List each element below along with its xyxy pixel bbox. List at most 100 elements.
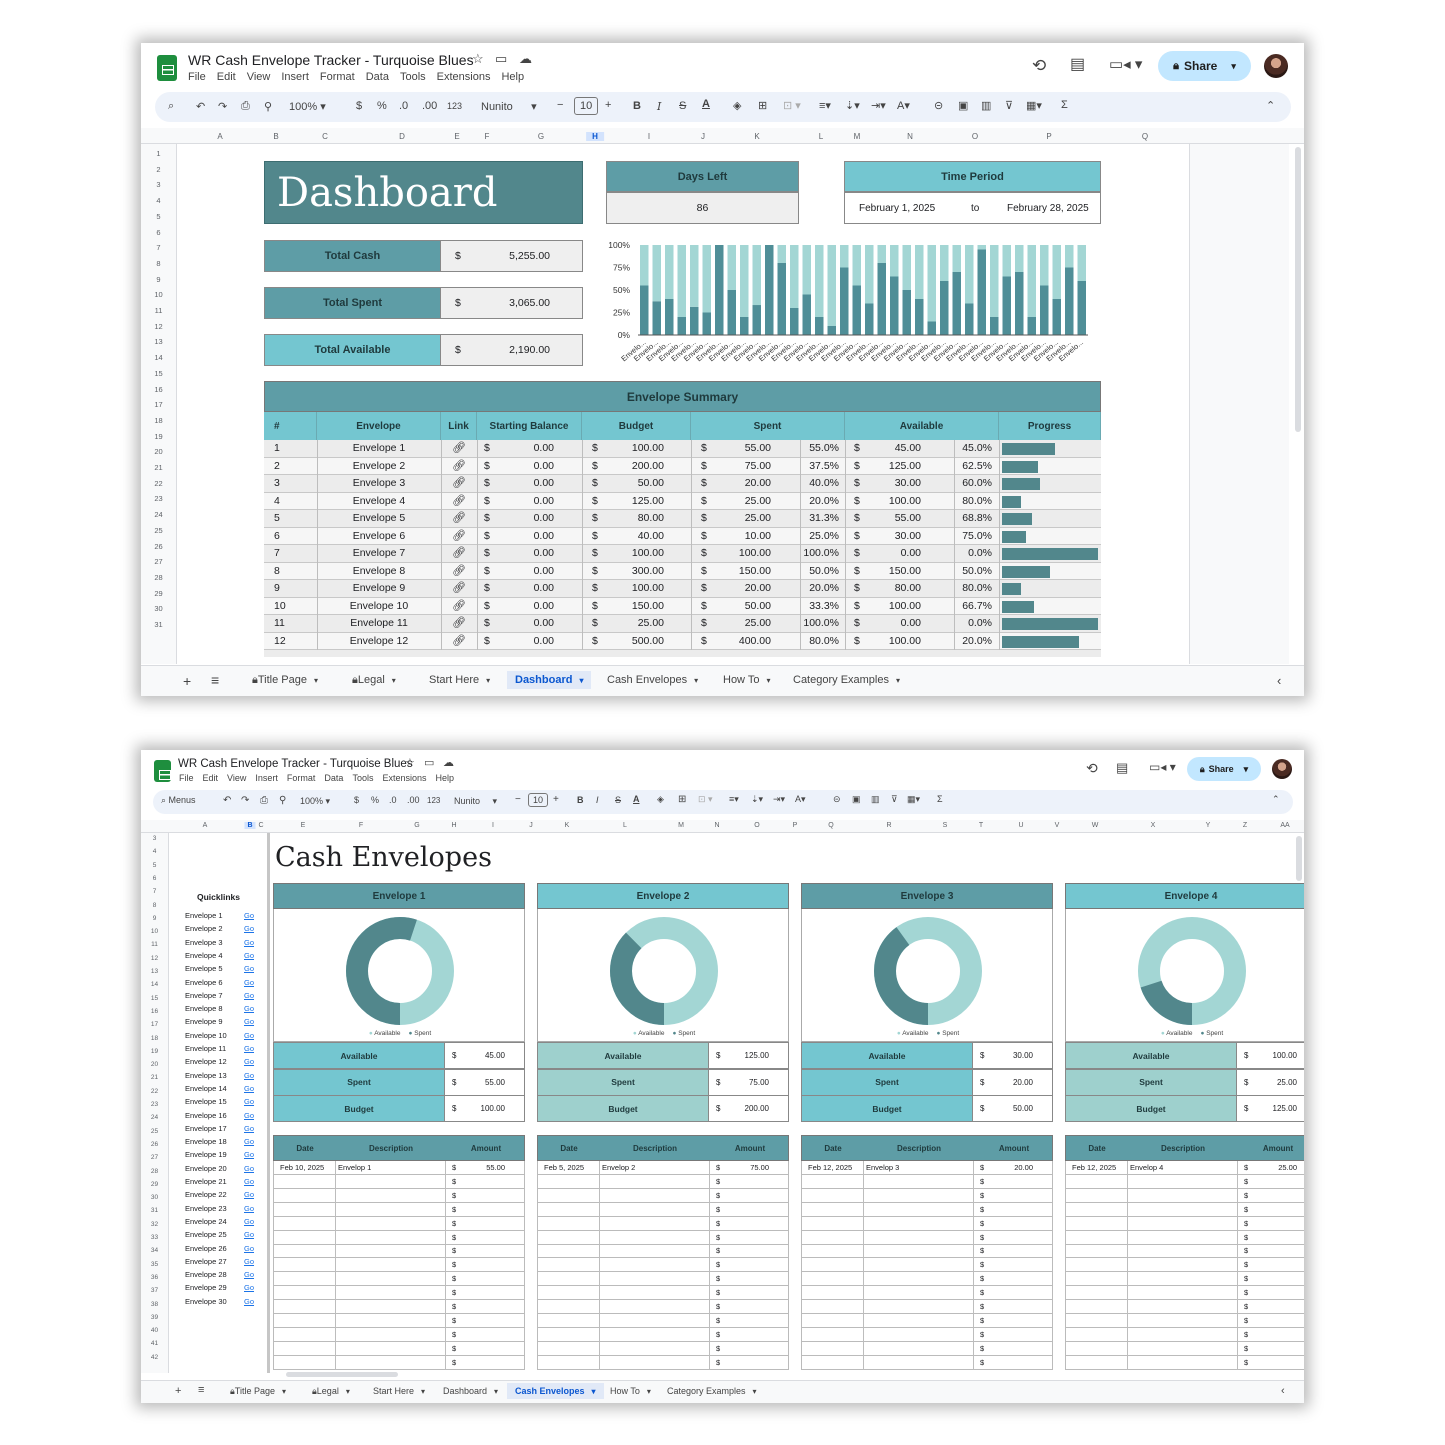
tab-start-here[interactable]: Start Here ▾ bbox=[429, 674, 490, 686]
row-header[interactable]: 4 bbox=[141, 196, 176, 205]
row-header[interactable]: 9 bbox=[141, 915, 168, 922]
bar-spent[interactable] bbox=[990, 317, 999, 335]
link-icon[interactable]: 🔗︎ bbox=[441, 494, 477, 507]
percent-format-icon[interactable]: % bbox=[371, 795, 379, 805]
bar-spent[interactable] bbox=[977, 249, 987, 336]
row-header[interactable]: 19 bbox=[141, 1048, 168, 1055]
quicklink-go[interactable]: Go bbox=[244, 1244, 254, 1253]
donut-chart[interactable] bbox=[340, 911, 460, 1031]
row-header[interactable]: 25 bbox=[141, 526, 176, 535]
cloud-status-icon[interactable]: ☁ bbox=[519, 52, 532, 65]
donut-chart[interactable] bbox=[1132, 911, 1252, 1031]
vertical-scrollbar[interactable] bbox=[1295, 147, 1301, 432]
tab-dropdown-icon[interactable]: ▾ bbox=[896, 676, 900, 685]
star-icon[interactable]: ☆ bbox=[472, 52, 484, 65]
row-header[interactable]: 22 bbox=[141, 479, 176, 488]
menu-view[interactable]: View bbox=[227, 773, 246, 783]
insert-link-icon[interactable]: ⊝ bbox=[833, 794, 841, 805]
column-header[interactable]: L bbox=[623, 822, 627, 829]
row-header[interactable]: 21 bbox=[141, 1074, 168, 1081]
tab-dropdown-icon[interactable]: ▾ bbox=[486, 676, 490, 685]
column-header[interactable]: Q bbox=[828, 822, 833, 829]
insert-comment-icon[interactable]: ▣ bbox=[958, 99, 968, 112]
column-header[interactable]: P bbox=[793, 822, 798, 829]
menu-data[interactable]: Data bbox=[324, 773, 343, 783]
bar-available[interactable] bbox=[827, 245, 837, 326]
row-header[interactable]: 11 bbox=[141, 306, 176, 315]
bar-spent[interactable] bbox=[827, 326, 837, 335]
row-header[interactable]: 24 bbox=[141, 1114, 168, 1121]
row-header[interactable]: 2 bbox=[141, 165, 176, 174]
row-header[interactable]: 18 bbox=[141, 1035, 168, 1042]
quicklink-go[interactable]: Go bbox=[244, 1257, 254, 1266]
row-header[interactable]: 35 bbox=[141, 1261, 168, 1268]
row-header[interactable]: 31 bbox=[141, 1207, 168, 1214]
menu-insert[interactable]: Insert bbox=[281, 71, 309, 83]
bar-spent[interactable] bbox=[915, 299, 924, 335]
quicklink-go[interactable]: Go bbox=[244, 1164, 254, 1173]
bar-spent[interactable] bbox=[652, 301, 662, 335]
bar-available[interactable] bbox=[677, 245, 687, 317]
bar-available[interactable] bbox=[790, 245, 799, 308]
row-header[interactable]: 20 bbox=[141, 447, 176, 456]
column-header[interactable]: I bbox=[648, 132, 650, 141]
horizontal-scrollbar[interactable] bbox=[286, 1372, 398, 1377]
row-header[interactable]: 40 bbox=[141, 1327, 168, 1334]
row-header[interactable]: 32 bbox=[141, 1221, 168, 1228]
tab-title-page[interactable]: 🔒︎Title Page ▾ bbox=[230, 1386, 286, 1397]
link-icon[interactable]: 🔗︎ bbox=[441, 546, 477, 559]
font-select[interactable]: Nunito ▾ bbox=[454, 796, 497, 807]
bar-available[interactable] bbox=[640, 245, 649, 286]
quicklink-go[interactable]: Go bbox=[244, 1097, 254, 1106]
undo-icon[interactable]: ↶ bbox=[223, 795, 231, 806]
donut-chart[interactable] bbox=[604, 911, 724, 1031]
merge-cells-icon[interactable]: ⊡ ▾ bbox=[783, 99, 801, 112]
user-avatar[interactable] bbox=[1264, 54, 1288, 78]
row-header[interactable]: 28 bbox=[141, 573, 176, 582]
tab-dropdown-icon[interactable]: ▾ bbox=[346, 1387, 350, 1396]
search-menus-input[interactable]: ⌕ Menus bbox=[161, 795, 196, 806]
quicklink-go[interactable]: Go bbox=[244, 1031, 254, 1040]
bar-spent[interactable] bbox=[802, 294, 812, 336]
row-header[interactable]: 39 bbox=[141, 1314, 168, 1321]
bar-spent[interactable] bbox=[877, 263, 887, 335]
menu-extensions[interactable]: Extensions bbox=[437, 71, 491, 83]
row-header[interactable]: 25 bbox=[141, 1128, 168, 1135]
vertical-align-icon[interactable]: ⇣▾ bbox=[751, 794, 763, 805]
quicklink-go[interactable]: Go bbox=[244, 1017, 254, 1026]
filter-icon[interactable]: ⊽ bbox=[1005, 99, 1013, 112]
bar-spent[interactable] bbox=[677, 317, 687, 335]
row-header[interactable]: 37 bbox=[141, 1287, 168, 1294]
quicklink-go[interactable]: Go bbox=[244, 1270, 254, 1279]
link-icon[interactable]: 🔗︎ bbox=[441, 616, 477, 629]
functions-icon[interactable]: Σ bbox=[937, 794, 943, 804]
column-header[interactable]: F bbox=[359, 822, 363, 829]
tab-dropdown-icon[interactable]: ▾ bbox=[494, 1387, 498, 1396]
column-header[interactable]: I bbox=[492, 822, 494, 829]
link-icon[interactable]: 🔗︎ bbox=[441, 511, 477, 524]
row-header[interactable]: 15 bbox=[141, 369, 176, 378]
row-header[interactable]: 5 bbox=[141, 862, 168, 869]
column-header[interactable]: K bbox=[754, 132, 759, 141]
quicklink-go[interactable]: Go bbox=[244, 938, 254, 947]
tab-start-here[interactable]: Start Here ▾ bbox=[373, 1386, 425, 1396]
column-header[interactable]: AA bbox=[1280, 822, 1289, 829]
bar-available[interactable] bbox=[752, 245, 762, 306]
menu-format[interactable]: Format bbox=[287, 773, 316, 783]
text-rotate-icon[interactable]: A▾ bbox=[897, 99, 910, 112]
bar-spent[interactable] bbox=[1052, 299, 1062, 335]
quicklink-go[interactable]: Go bbox=[244, 1084, 254, 1093]
cloud-status-icon[interactable]: ☁ bbox=[443, 758, 454, 769]
row-header[interactable]: 18 bbox=[141, 416, 176, 425]
tab-category-examples[interactable]: Category Examples ▾ bbox=[793, 674, 900, 686]
sheet-nav-left-icon[interactable]: ‹ bbox=[1281, 1385, 1285, 1397]
column-header[interactable]: O bbox=[972, 132, 978, 141]
increase-decimal-icon[interactable]: .00 bbox=[422, 100, 437, 112]
bar-available[interactable] bbox=[802, 245, 812, 295]
quicklink-go[interactable]: Go bbox=[244, 1230, 254, 1239]
bar-available[interactable] bbox=[965, 245, 974, 304]
row-header[interactable]: 6 bbox=[141, 875, 168, 882]
more-formats-button[interactable]: 123 bbox=[447, 101, 462, 111]
row-header[interactable]: 29 bbox=[141, 1181, 168, 1188]
bar-spent[interactable] bbox=[790, 308, 799, 335]
